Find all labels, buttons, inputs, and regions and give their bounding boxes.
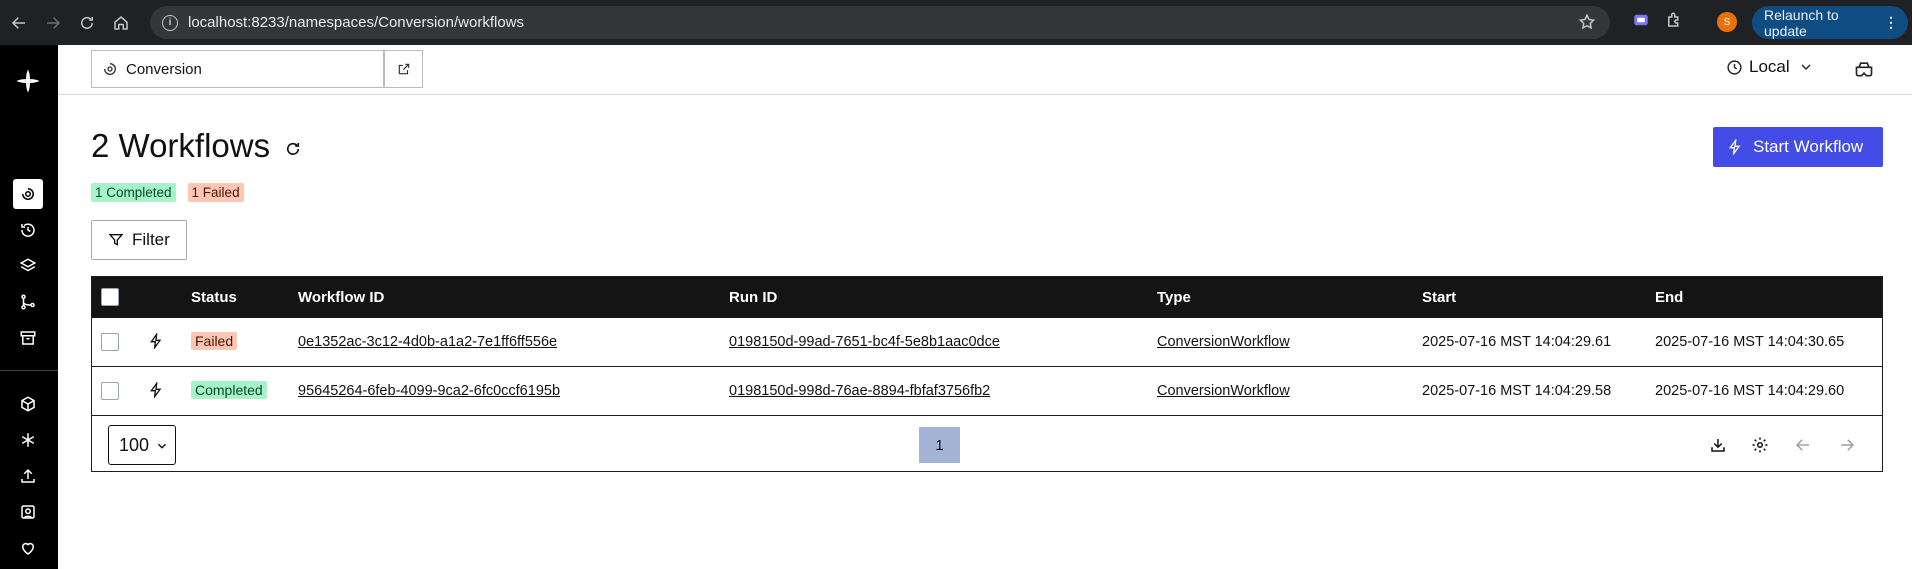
app-header: Conversion Local bbox=[58, 45, 1912, 95]
header-workflow-id: Workflow ID bbox=[298, 289, 385, 306]
namespace-selector[interactable]: Conversion bbox=[91, 50, 384, 88]
current-page-button[interactable]: 1 bbox=[919, 427, 960, 463]
status-counts: 1 Completed 1 Failed bbox=[91, 183, 244, 202]
relaunch-label: Relaunch to update bbox=[1764, 6, 1839, 39]
import-upload-icon[interactable] bbox=[13, 461, 43, 491]
end-time: 2025-07-16 MST 14:04:30.65 bbox=[1655, 334, 1845, 350]
header-run-id: Run ID bbox=[729, 289, 778, 306]
table-footer: 100 1 bbox=[92, 417, 1882, 473]
filter-icon bbox=[108, 234, 124, 246]
extension-icon[interactable] bbox=[1631, 10, 1651, 30]
header-status: Status bbox=[191, 289, 237, 306]
filter-label: Filter bbox=[132, 230, 170, 249]
namespace-icon bbox=[102, 61, 118, 77]
reload-icon[interactable] bbox=[72, 8, 102, 38]
more-vert-icon: ⋮ bbox=[1884, 14, 1898, 30]
extensions-puzzle-icon[interactable] bbox=[1664, 10, 1684, 30]
deployments-icon[interactable] bbox=[13, 287, 43, 317]
status-badge: Completed bbox=[191, 381, 267, 399]
start-workflow-label: Start Workflow bbox=[1753, 137, 1864, 156]
home-icon[interactable] bbox=[106, 8, 136, 38]
nexus-asterisk-icon[interactable] bbox=[13, 425, 43, 455]
temporal-logo-icon[interactable] bbox=[13, 66, 43, 96]
workflow-id-link[interactable]: 95645264-6feb-4099-9ca2-6fc0ccf6195b bbox=[298, 383, 560, 399]
archive-icon[interactable] bbox=[13, 323, 43, 353]
page-title: 2 Workflows bbox=[91, 127, 271, 164]
filter-button[interactable]: Filter bbox=[91, 220, 187, 260]
feedback-icon[interactable] bbox=[13, 497, 43, 527]
completed-count-badge[interactable]: 1 Completed bbox=[91, 183, 176, 202]
table-header: Status Workflow ID Run ID Type Start End bbox=[92, 277, 1882, 318]
labs-mode-icon[interactable] bbox=[1854, 59, 1874, 84]
settings-gear-icon[interactable] bbox=[1750, 435, 1770, 455]
page-size-value: 100 bbox=[119, 434, 150, 455]
select-all-checkbox[interactable] bbox=[101, 288, 119, 306]
header-end: End bbox=[1655, 289, 1684, 306]
browser-toolbar: i localhost:8233/namespaces/Conversion/w… bbox=[0, 0, 1912, 45]
relaunch-button[interactable]: Relaunch to update ⋮ bbox=[1752, 6, 1908, 39]
row-checkbox[interactable] bbox=[101, 333, 119, 351]
start-time: 2025-07-16 MST 14:04:29.58 bbox=[1422, 383, 1612, 399]
workflows-table: Status Workflow ID Run ID Type Start End… bbox=[91, 276, 1883, 472]
bolt-icon[interactable] bbox=[148, 333, 164, 349]
clock-icon bbox=[1727, 59, 1742, 75]
run-id-link[interactable]: 0198150d-998d-76ae-8894-fbfaf3756fb2 bbox=[729, 383, 990, 399]
url-text: localhost:8233/namespaces/Conversion/wor… bbox=[188, 14, 525, 31]
workflows-icon[interactable] bbox=[13, 179, 43, 209]
bolt-icon[interactable] bbox=[148, 382, 164, 398]
run-id-link[interactable]: 0198150d-99ad-7651-bc4f-5e8b1aac0dce bbox=[729, 334, 1000, 350]
row-checkbox[interactable] bbox=[101, 382, 119, 400]
previous-page-icon[interactable] bbox=[1793, 435, 1813, 455]
failed-count-badge[interactable]: 1 Failed bbox=[187, 183, 244, 202]
header-type: Type bbox=[1157, 289, 1191, 306]
chevron-down-icon bbox=[157, 443, 167, 449]
schedules-icon[interactable] bbox=[13, 215, 43, 245]
table-row[interactable]: Failed 0e1352ac-3c12-4d0b-a1a2-7e1ff6ff5… bbox=[92, 318, 1882, 367]
refresh-icon[interactable] bbox=[284, 140, 302, 158]
chevron-down-icon bbox=[1801, 64, 1811, 70]
bookmark-star-icon[interactable] bbox=[1578, 13, 1596, 36]
site-info-icon[interactable]: i bbox=[162, 14, 178, 31]
next-page-icon[interactable] bbox=[1837, 435, 1857, 455]
workflow-type-link[interactable]: ConversionWorkflow bbox=[1157, 334, 1290, 350]
app-sidebar bbox=[0, 45, 58, 569]
header-start: Start bbox=[1422, 289, 1457, 306]
end-time: 2025-07-16 MST 14:04:29.60 bbox=[1655, 383, 1845, 399]
page-size-select[interactable]: 100 bbox=[108, 425, 176, 465]
open-namespace-external-icon[interactable] bbox=[384, 50, 423, 88]
heart-icon[interactable] bbox=[13, 533, 43, 563]
start-workflow-button[interactable]: Start Workflow bbox=[1713, 127, 1883, 167]
bolt-icon bbox=[1729, 139, 1741, 155]
address-bar[interactable]: i localhost:8233/namespaces/Conversion/w… bbox=[150, 6, 1610, 39]
timezone-selector[interactable]: Local bbox=[1726, 57, 1820, 77]
sidebar-divider bbox=[0, 370, 58, 371]
workflow-id-link[interactable]: 0e1352ac-3c12-4d0b-a1a2-7e1ff6ff556e bbox=[298, 334, 557, 350]
status-badge: Failed bbox=[191, 332, 238, 350]
profile-avatar[interactable]: S bbox=[1717, 12, 1737, 32]
back-icon[interactable] bbox=[4, 8, 34, 38]
namespaces-cube-icon[interactable] bbox=[13, 389, 43, 419]
batch-operations-icon[interactable] bbox=[13, 251, 43, 281]
table-row[interactable]: Completed 95645264-6feb-4099-9ca2-6fc0cc… bbox=[92, 367, 1882, 416]
forward-icon[interactable] bbox=[38, 8, 68, 38]
download-icon[interactable] bbox=[1708, 435, 1728, 455]
timezone-label: Local bbox=[1749, 57, 1790, 76]
start-time: 2025-07-16 MST 14:04:29.61 bbox=[1422, 334, 1612, 350]
workflow-type-link[interactable]: ConversionWorkflow bbox=[1157, 383, 1290, 399]
namespace-name: Conversion bbox=[126, 60, 202, 78]
